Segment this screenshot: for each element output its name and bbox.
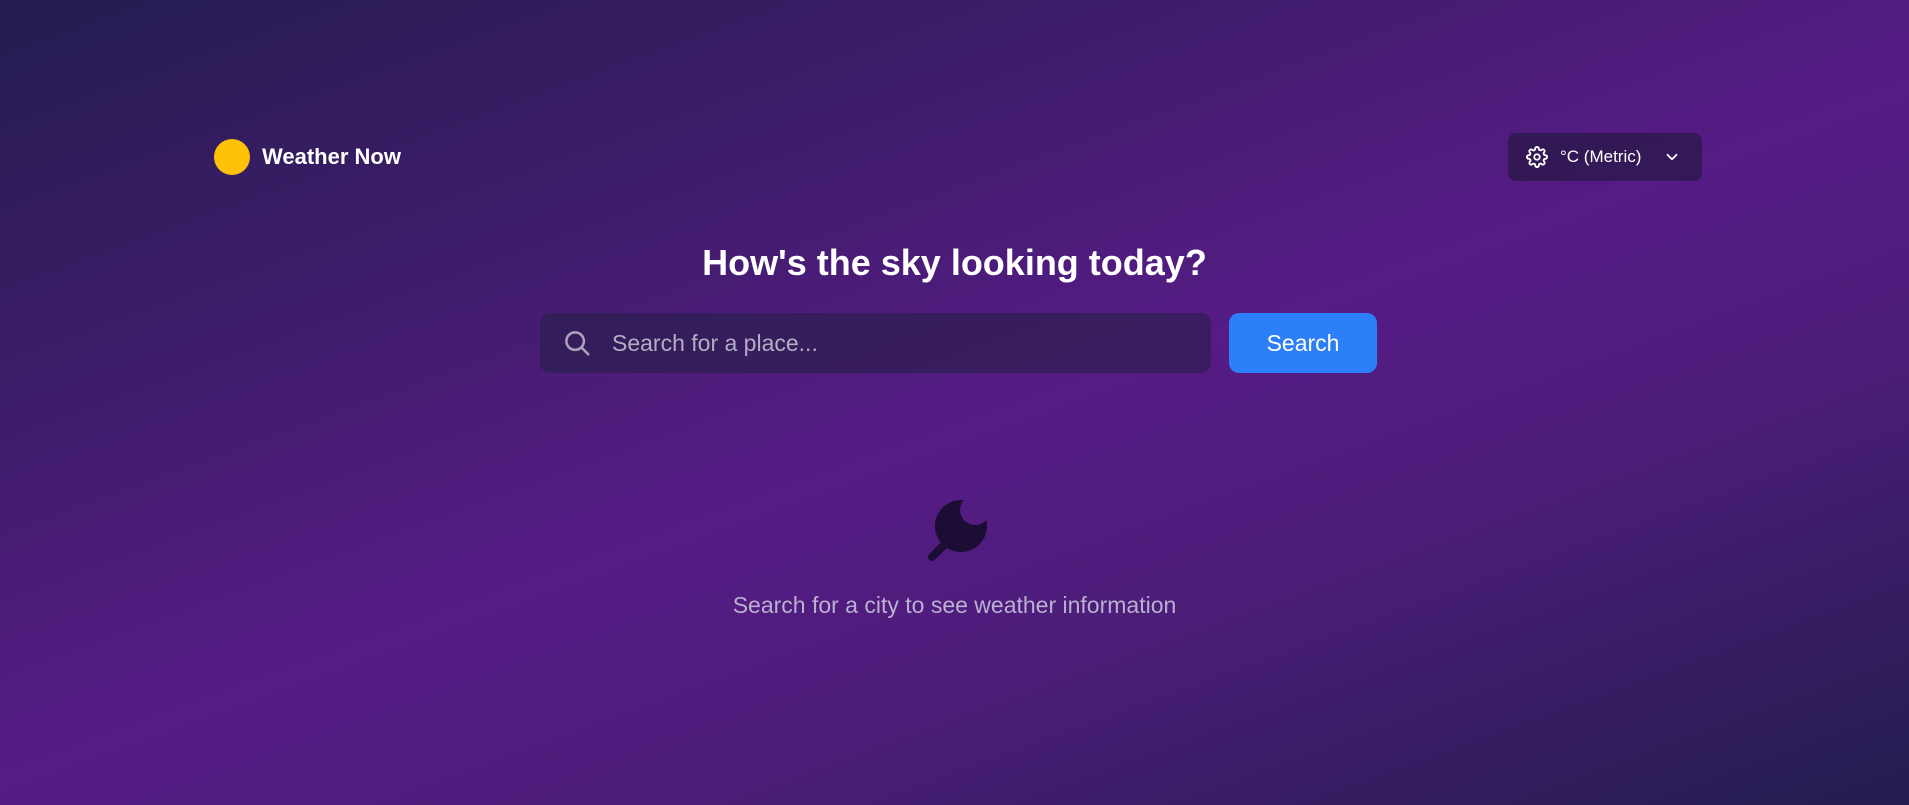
gear-icon <box>1526 146 1548 168</box>
units-selected-label: °C (Metric) <box>1560 147 1642 166</box>
empty-state: Search for a city to see weather informa… <box>0 490 1909 619</box>
search-bar: Search <box>540 313 1377 373</box>
empty-state-message: Search for a city to see weather informa… <box>732 592 1177 618</box>
chevron-down-icon <box>1663 148 1681 166</box>
app-header: Weather Now °C (Metric) <box>214 133 1702 181</box>
page-headline: How's the sky looking today? <box>702 242 1207 283</box>
search-icon <box>562 328 592 358</box>
search-field[interactable] <box>540 313 1211 373</box>
app-title: Weather Now <box>262 144 401 169</box>
sun-icon <box>214 139 250 175</box>
search-button[interactable]: Search <box>1229 313 1377 373</box>
search-input[interactable] <box>612 313 1211 373</box>
brand[interactable]: Weather Now <box>214 139 401 175</box>
search-placeholder-icon <box>0 490 1909 570</box>
units-dropdown[interactable]: °C (Metric) <box>1508 133 1702 181</box>
